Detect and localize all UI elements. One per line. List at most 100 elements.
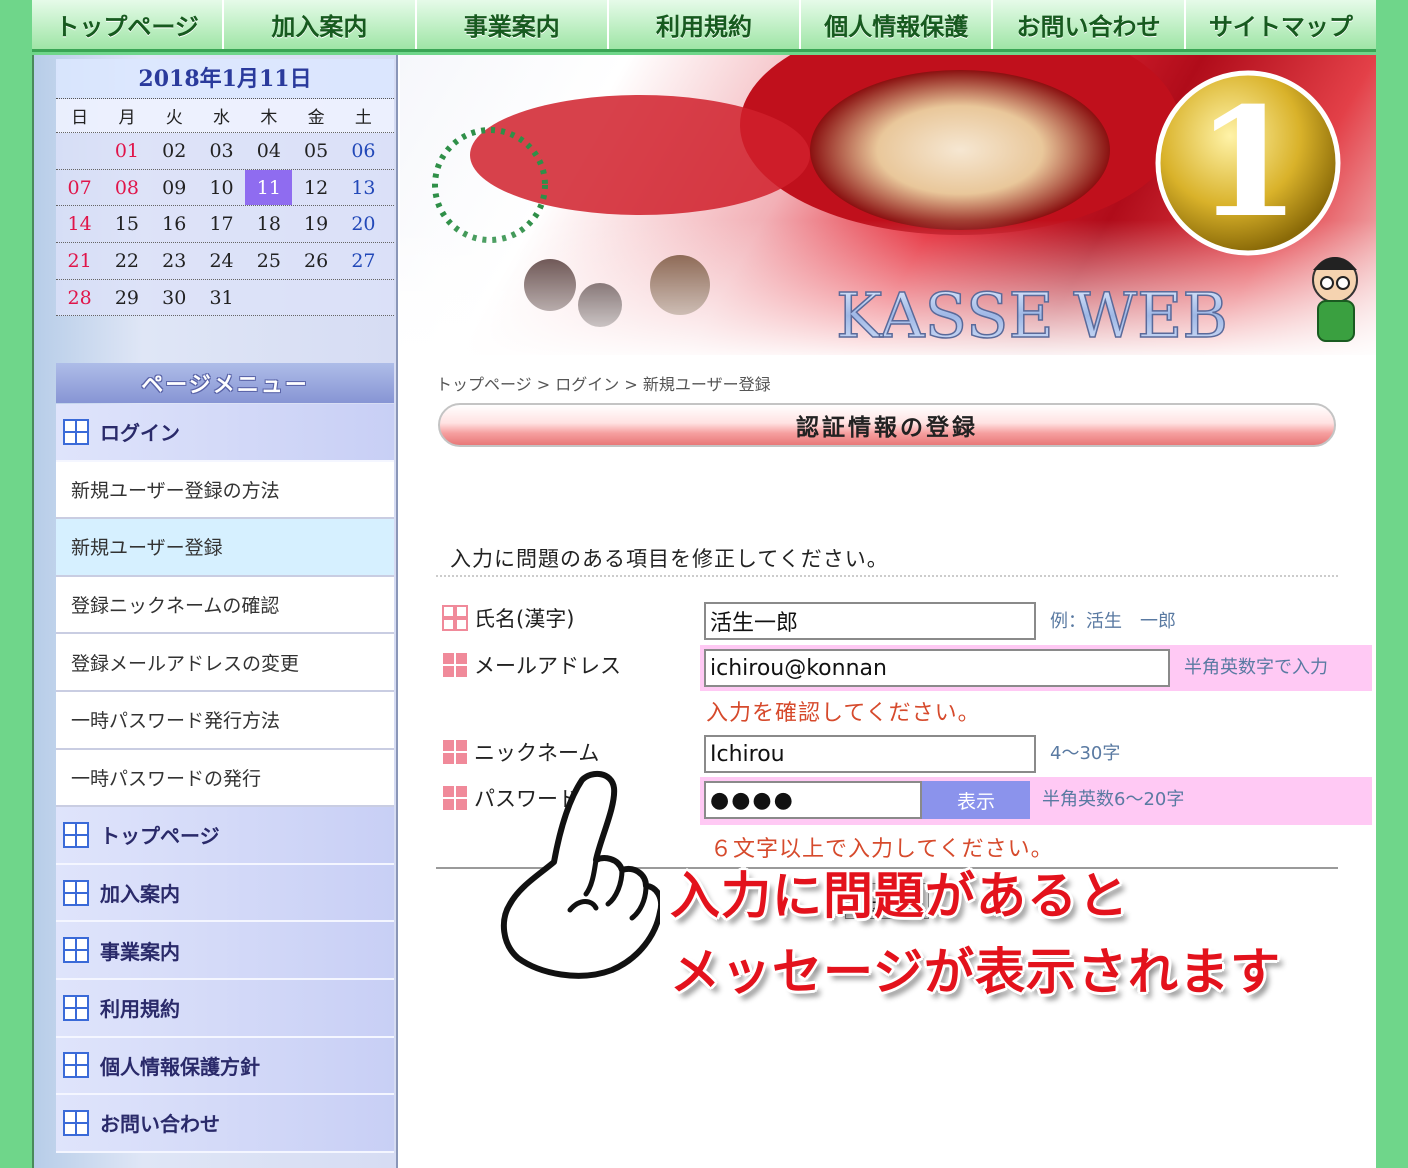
annotation-callout: 入力に問題があると メッセージが表示されます (670, 858, 1281, 1010)
calendar-day: 28 (67, 286, 92, 309)
error-summary: 入力に問題のある項目を修正してください。 (450, 547, 889, 571)
calendar-day: 12 (304, 176, 329, 199)
sidebar-item-label: 加入案内 (100, 882, 180, 907)
breadcrumb-login[interactable]: ログイン (555, 375, 619, 394)
email-input[interactable]: ichirou@konnan (704, 649, 1170, 687)
plus-square-icon (62, 1109, 90, 1137)
email-label: メールアドレス (442, 650, 621, 680)
header-banner: 1 KASSE WEB (400, 55, 1376, 355)
sidebar-item-login[interactable]: ログイン (56, 404, 394, 462)
calendar-day: 15 (114, 213, 140, 236)
sidebar-menu: ログイン 新規ユーザー登録の方法 新規ユーザー登録 登録ニックネームの確認 登録… (56, 404, 394, 1153)
sidebar-item-label: 新規ユーザー登録 (71, 537, 223, 560)
field-label-text: 氏名(漢字) (474, 607, 575, 631)
sidebar-item-privacy-policy[interactable]: 個人情報保護方針 (56, 1037, 394, 1096)
grid-square-icon (443, 740, 467, 764)
sidebar-sections: トップページ加入案内事業案内利用規約個人情報保護方針 お問い合わせ (56, 807, 394, 1153)
calendar-day: 20 (351, 213, 376, 236)
page-menu-header: ページメニュー (56, 363, 394, 403)
calendar-day (245, 280, 292, 316)
nav-privacy[interactable]: 個人情報保護 (801, 0, 994, 49)
sidebar-item-membership[interactable]: 加入案内 (56, 864, 394, 923)
sidebar-item-label: 事業案内 (100, 939, 180, 964)
pointing-hand-icon (500, 770, 660, 979)
field-label-text: メールアドレス (474, 654, 621, 678)
calendar-weekday: 金 (307, 108, 325, 128)
calendar-day: 08 (114, 176, 140, 199)
sidebar-item-label: お問い合わせ (100, 1112, 220, 1137)
plus-square-icon (62, 418, 90, 446)
sidebar-item-top-page[interactable]: トップページ (56, 807, 394, 865)
calendar-day: 16 (162, 213, 187, 236)
sidebar-subitem-change-email[interactable]: 登録メールアドレスの変更 (56, 634, 394, 692)
sidebar-item-label: 一時パスワードの発行 (71, 767, 262, 790)
calendar-day: 14 (67, 213, 92, 236)
sidebar-item-label: 一時パスワード発行方法 (71, 710, 281, 733)
calendar-day: 26 (304, 249, 329, 272)
password-input[interactable]: ●●●● (704, 781, 922, 819)
email-hint: 半角英数字で入力 (1184, 657, 1328, 678)
sidebar-subitem-temp-password-method[interactable]: 一時パスワード発行方法 (56, 691, 394, 750)
show-password-button[interactable]: 表示 (922, 781, 1030, 819)
calendar-day: 03 (209, 139, 234, 162)
plus-square-icon (62, 994, 90, 1022)
calendar-title: 2018年1月11日 (56, 59, 394, 99)
sidebar-subitem-confirm-nickname[interactable]: 登録ニックネームの確認 (56, 576, 394, 635)
nav-contact[interactable]: お問い合わせ (993, 0, 1186, 49)
divider (436, 575, 1338, 577)
grid-square-icon (443, 653, 467, 677)
grid-square-icon (442, 605, 468, 631)
nav-membership[interactable]: 加入案内 (224, 0, 417, 49)
sidebar-subitem-how-to-register[interactable]: 新規ユーザー登録の方法 (56, 461, 394, 520)
calendar-week-row: 28 29 30 31 (56, 279, 394, 317)
plus-square-icon (62, 879, 90, 907)
plus-square-icon (62, 821, 90, 849)
calendar-day: 29 (114, 286, 140, 309)
sidebar-item-label: 個人情報保護方針 (100, 1054, 260, 1079)
calendar-day: 21 (67, 249, 92, 272)
calendar-day (292, 280, 339, 316)
calendar-day: 25 (256, 249, 281, 272)
calendar-day: 30 (162, 286, 187, 309)
banner-logo: KASSE WEB (836, 279, 1228, 352)
calendar-week-row: 01 02 03 04 05 06 (56, 133, 394, 170)
sidebar-item-label: ログイン (100, 421, 180, 446)
breadcrumb: トップページ > ログイン > 新規ユーザー登録 (436, 371, 771, 395)
calendar-day: 09 (162, 176, 187, 199)
sidebar-item-contact[interactable]: お問い合わせ (56, 1095, 394, 1153)
nav-sitemap[interactable]: サイトマップ (1186, 0, 1376, 49)
calendar-day: 31 (209, 286, 234, 309)
nav-terms[interactable]: 利用規約 (609, 0, 802, 49)
breadcrumb-top-page[interactable]: トップページ (436, 375, 532, 394)
sidebar-item-terms[interactable]: 利用規約 (56, 979, 394, 1038)
nickname-hint: 4～30字 (1050, 743, 1121, 764)
calendar-day: 02 (162, 139, 187, 162)
nav-top-page[interactable]: トップページ (32, 0, 225, 49)
nav-business[interactable]: 事業案内 (417, 0, 609, 49)
calendar-weekday: 水 (213, 108, 231, 128)
name-input[interactable]: 活生一郎 (704, 602, 1036, 640)
breadcrumb-separator: > (536, 375, 551, 394)
calendar-weeks: 01 02 03 04 05 06 07 08 09 10 11 12 13 14 15 16 17 18 19 20… (56, 133, 394, 317)
calendar-weekday: 土 (354, 108, 372, 128)
calendar-day: 07 (67, 176, 92, 199)
nickname-input[interactable]: Ichirou (704, 735, 1036, 773)
breadcrumb-separator: > (624, 375, 638, 394)
calendar-week-row: 14 15 16 17 18 19 20 (56, 206, 394, 244)
calendar-day: 17 (209, 213, 234, 236)
calendar-day: 24 (209, 249, 234, 272)
sidebar-subitem-new-registration[interactable]: 新規ユーザー登録 (56, 519, 394, 577)
calendar-day: 06 (351, 139, 376, 162)
calendar-day-today: 11 (245, 169, 293, 206)
sidebar-item-business[interactable]: 事業案内 (56, 922, 394, 980)
calendar-day: 01 (114, 139, 140, 162)
left-sidebar: 2018年1月11日 日 月 火 水 木 金 土 01 02 03 04 05 06 07 0… (34, 55, 398, 1168)
plus-square-icon (62, 1051, 90, 1079)
calendar-day: 18 (256, 213, 281, 236)
calendar-day: 13 (351, 176, 376, 199)
section-title: 認証情報の登録 (438, 403, 1336, 447)
sidebar-subitem-temp-password-issue[interactable]: 一時パスワードの発行 (56, 749, 394, 808)
sidebar-item-label: 利用規約 (100, 997, 180, 1022)
calendar-day: 27 (351, 249, 376, 272)
email-error-message: 入力を確認してください。 (706, 701, 981, 726)
